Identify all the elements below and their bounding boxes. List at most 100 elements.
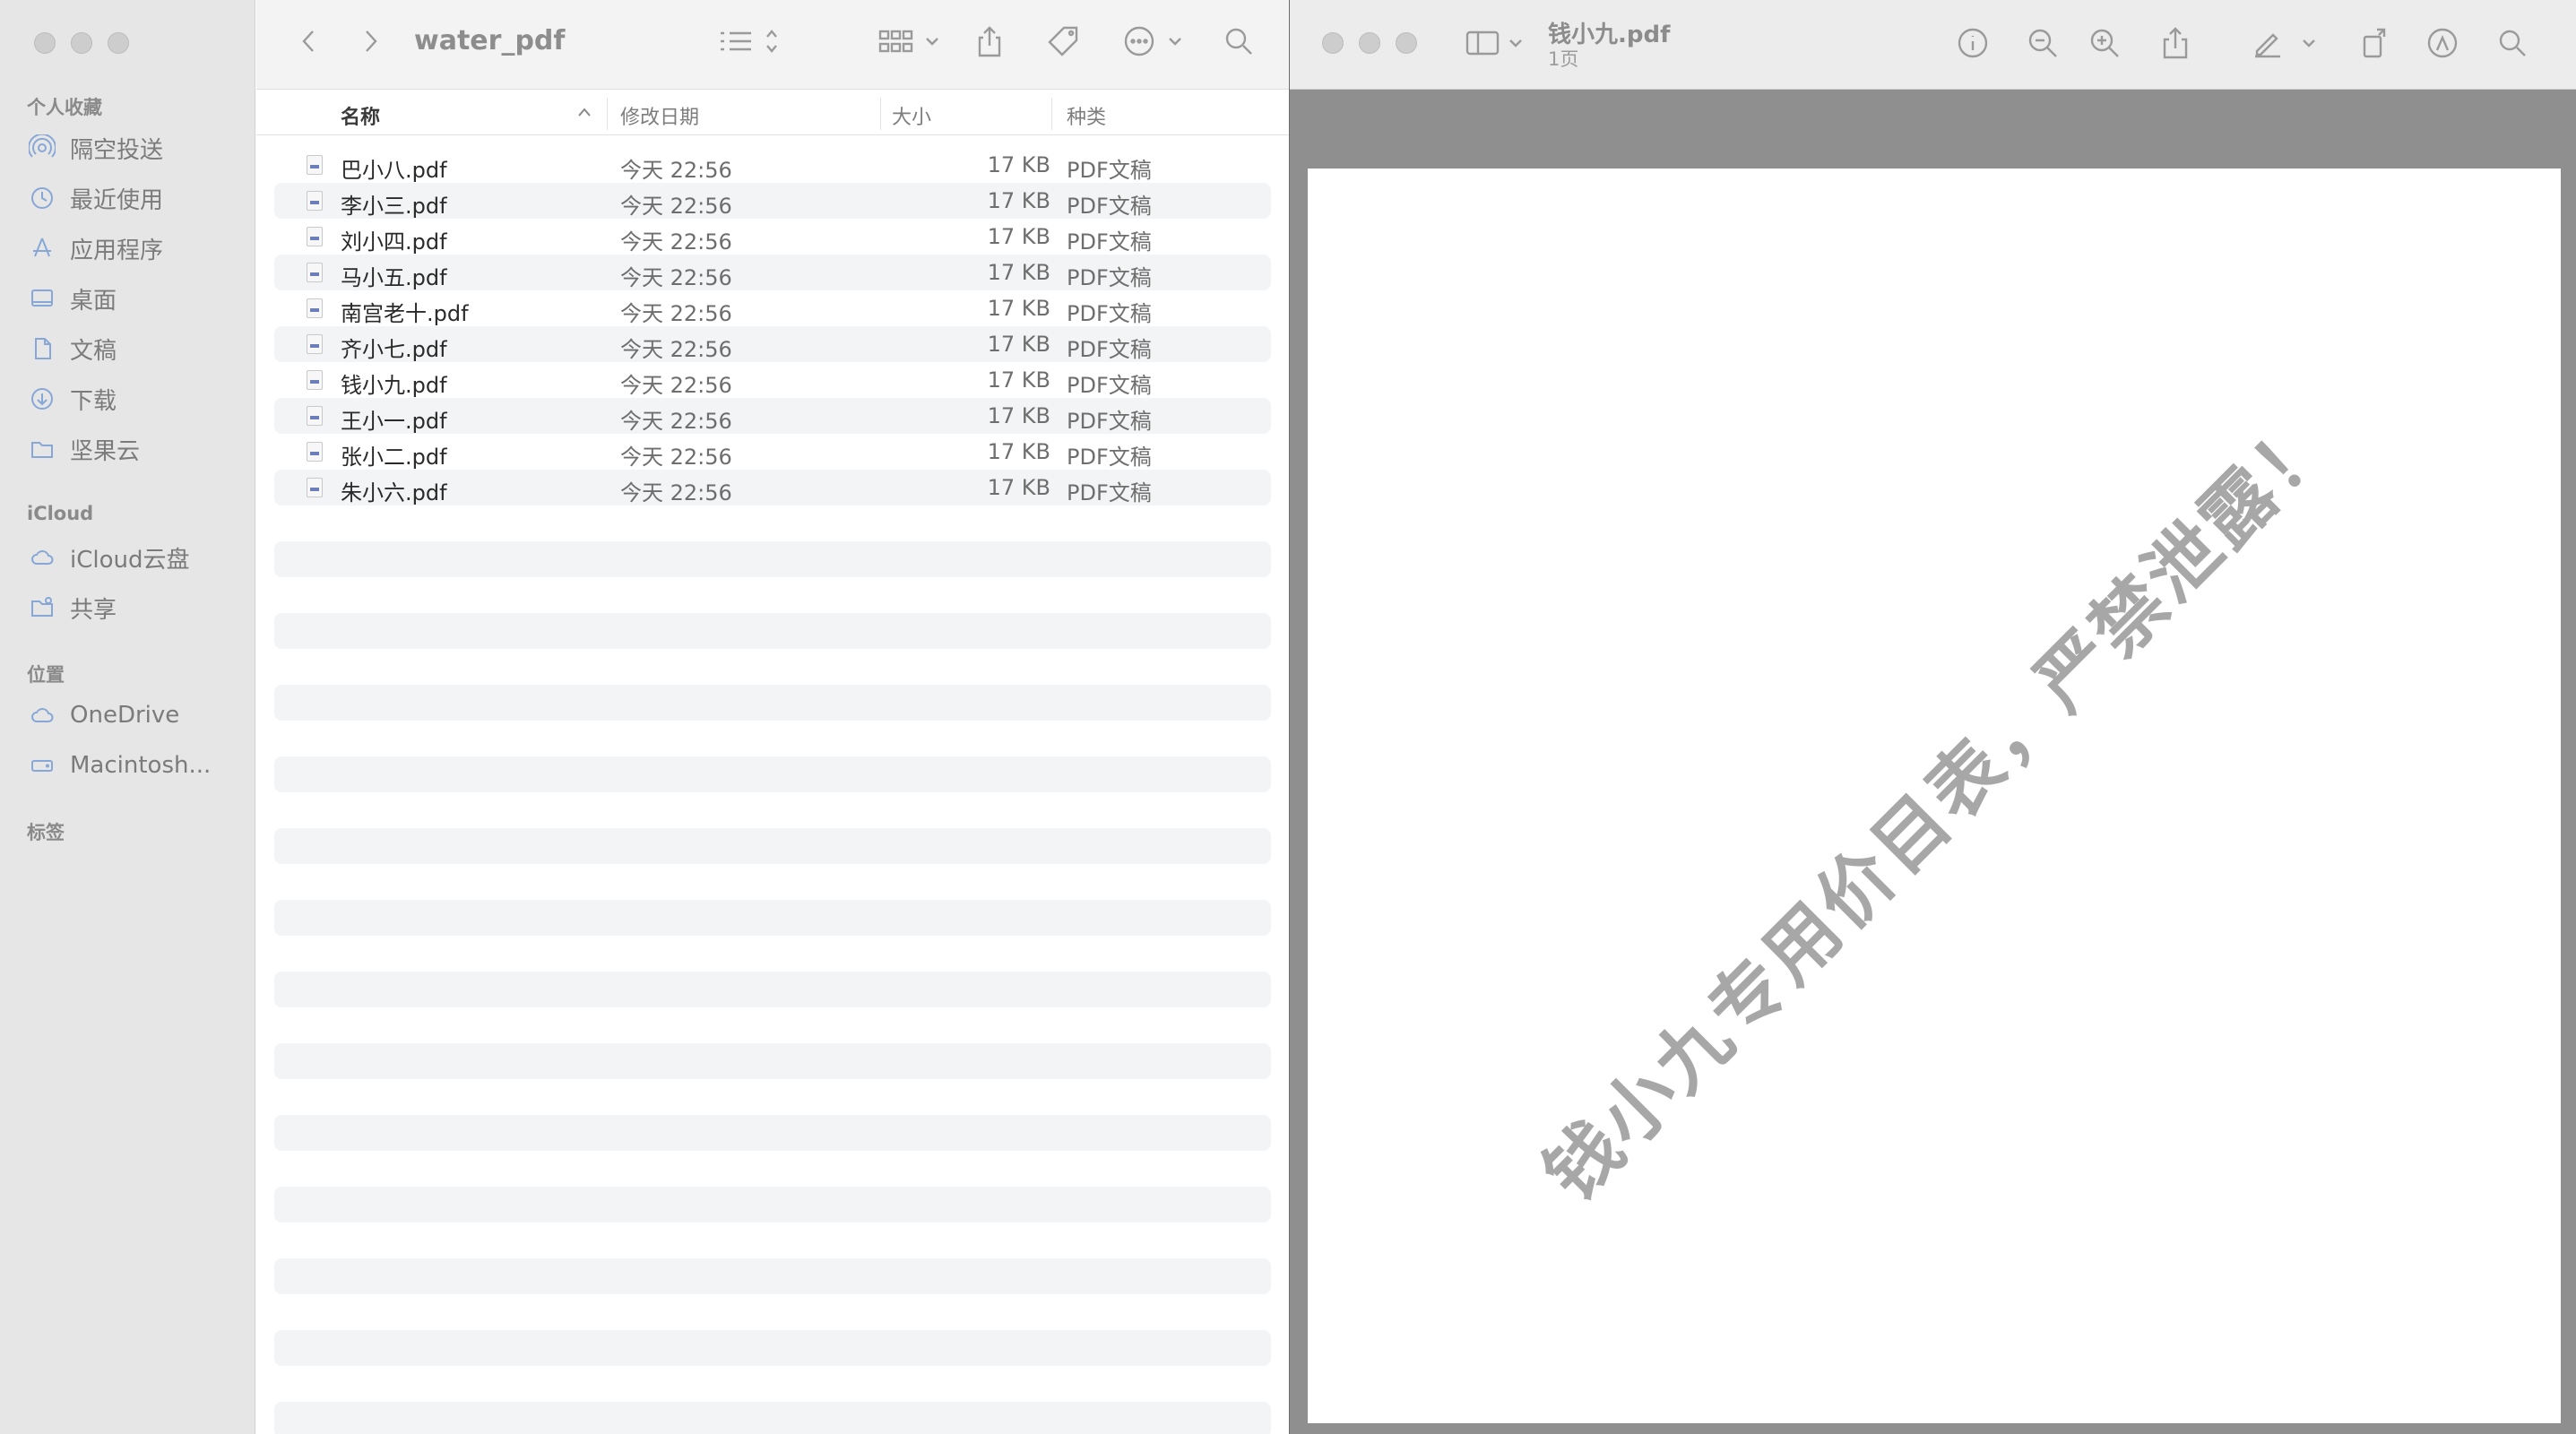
share-icon [2160,25,2191,65]
sidebar-item-recents[interactable]: 最近使用 [27,180,163,216]
page-count: 1页 [1548,48,1579,70]
finder-window: 个人收藏 隔空投送 最近使用 应用程序 桌面 文稿 下载 坚果云 iCloud … [0,0,1289,1434]
table-row[interactable]: 李小三.pdf 今天 22:56 17 KB PDF文稿 [274,183,1271,219]
minimize-window-button[interactable] [1359,32,1380,54]
sidebar-item-label: Macintosh... [70,752,212,779]
markup-menu-button[interactable] [2295,25,2322,65]
rotate-button[interactable] [2356,25,2396,65]
table-row[interactable]: 齐小七.pdf 今天 22:56 17 KB PDF文稿 [274,326,1271,362]
file-name: 钱小九.pdf [341,373,447,398]
forward-button[interactable] [355,25,387,61]
share-button[interactable] [973,25,1006,61]
sidebar-item-icloud-drive[interactable]: iCloud云盘 [27,540,190,575]
file-list: 巴小八.pdf 今天 22:56 17 KB PDF文稿 李小三.pdf 今天 22:5… [274,147,1271,505]
back-button[interactable] [292,25,324,61]
table-row[interactable]: 王小一.pdf 今天 22:56 17 KB PDF文稿 [274,398,1271,434]
sidebar-item-jianguoyun[interactable]: 坚果云 [27,431,140,467]
annotate-button[interactable] [2423,25,2462,65]
sidebar-item-label: OneDrive [70,702,180,729]
file-name: 马小五.pdf [341,265,447,290]
zoom-window-button[interactable] [1396,32,1417,54]
close-window-button[interactable] [34,32,56,54]
sidebar-item-macintosh[interactable]: Macintosh... [27,747,211,783]
empty-row-stripe [274,1043,1271,1079]
zoom-out-button[interactable] [2023,25,2062,65]
empty-row-stripe [274,1330,1271,1366]
sidebar-section-tags: 标签 [27,822,65,843]
sidebar-toggle-button[interactable] [1462,25,1530,65]
sidebar-item-desktop[interactable]: 桌面 [27,281,117,316]
column-header-name[interactable]: 名称 [341,101,380,130]
column-header-date[interactable]: 修改日期 [620,101,699,130]
file-kind: PDF文稿 [1067,409,1152,434]
sidebar-section-favorites: 个人收藏 [27,97,102,118]
sidebar-item-label: 共享 [70,596,117,624]
watermark-text: 钱小九专用价目表，严禁泄露！ [1527,393,2352,1218]
file-size: 17 KB [987,475,1050,500]
zoom-window-button[interactable] [108,32,129,54]
pdf-file-icon [307,478,323,497]
column-header-size[interactable]: 大小 [892,101,931,130]
sidebar-item-applications[interactable]: 应用程序 [27,230,163,266]
pen-icon [2250,26,2284,64]
info-button[interactable] [1953,25,1993,65]
file-date: 今天 22:56 [620,265,732,290]
sidebar-item-airdrop[interactable]: 隔空投送 [27,130,163,166]
sidebar-item-onedrive[interactable]: OneDrive [27,697,179,733]
table-row[interactable]: 张小二.pdf 今天 22:56 17 KB PDF文稿 [274,434,1271,470]
file-date: 今天 22:56 [620,480,732,505]
sidebar-item-label: 最近使用 [70,186,164,214]
table-row[interactable]: 马小五.pdf 今天 22:56 17 KB PDF文稿 [274,255,1271,290]
more-actions-button[interactable] [1122,25,1190,61]
empty-row-stripe [274,1258,1271,1294]
group-by-button[interactable] [875,25,947,61]
file-size: 17 KB [987,152,1050,177]
file-kind: PDF文稿 [1067,480,1152,505]
zoom-in-button[interactable] [2085,25,2124,65]
table-row[interactable]: 朱小六.pdf 今天 22:56 17 KB PDF文稿 [274,470,1271,505]
file-date: 今天 22:56 [620,445,732,470]
sidebar-item-downloads[interactable]: 下载 [27,381,117,417]
file-size: 17 KB [987,260,1050,285]
search-icon [1223,25,1255,61]
file-size: 17 KB [987,224,1050,249]
markup-button[interactable] [2247,25,2286,65]
pdf-file-icon [307,442,323,462]
applications-icon [27,233,57,263]
table-row[interactable]: 钱小九.pdf 今天 22:56 17 KB PDF文稿 [274,362,1271,398]
empty-row-stripe [274,1402,1271,1434]
sidebar-section-icloud: iCloud [27,503,94,524]
window-title: water_pdf [414,25,566,56]
sidebar-item-documents[interactable]: 文稿 [27,331,117,367]
clock-icon [27,183,57,213]
file-date: 今天 22:56 [620,194,732,219]
column-divider [1051,98,1052,130]
table-row[interactable]: 南宫老十.pdf 今天 22:56 17 KB PDF文稿 [274,290,1271,326]
file-kind: PDF文稿 [1067,229,1152,255]
search-button[interactable] [2493,25,2532,65]
pdf-page[interactable]: 钱小九专用价目表，严禁泄露！ [1308,168,2561,1423]
empty-row-stripe [274,685,1271,721]
pdf-file-icon [307,298,323,318]
info-icon [1956,26,1990,64]
file-size: 17 KB [987,367,1050,393]
search-button[interactable] [1221,25,1257,61]
chevron-down-icon [2300,34,2318,56]
sidebar-item-shared[interactable]: 共享 [27,590,117,626]
close-window-button[interactable] [1322,32,1344,54]
file-size: 17 KB [987,403,1050,428]
file-kind: PDF文稿 [1067,158,1152,183]
file-kind: PDF文稿 [1067,445,1152,470]
pdf-file-icon [307,406,323,426]
column-header: 名称 修改日期 大小 种类 [256,91,1289,135]
minimize-window-button[interactable] [71,32,92,54]
view-list-button[interactable] [715,25,782,61]
empty-row-stripe [274,613,1271,649]
table-row[interactable]: 刘小四.pdf 今天 22:56 17 KB PDF文稿 [274,219,1271,255]
table-row[interactable]: 巴小八.pdf 今天 22:56 17 KB PDF文稿 [274,147,1271,183]
share-button[interactable] [2156,25,2195,65]
chevron-right-icon [362,28,380,58]
column-header-kind[interactable]: 种类 [1067,101,1106,130]
tag-button[interactable] [1045,25,1081,61]
window-controls [1322,32,1417,54]
